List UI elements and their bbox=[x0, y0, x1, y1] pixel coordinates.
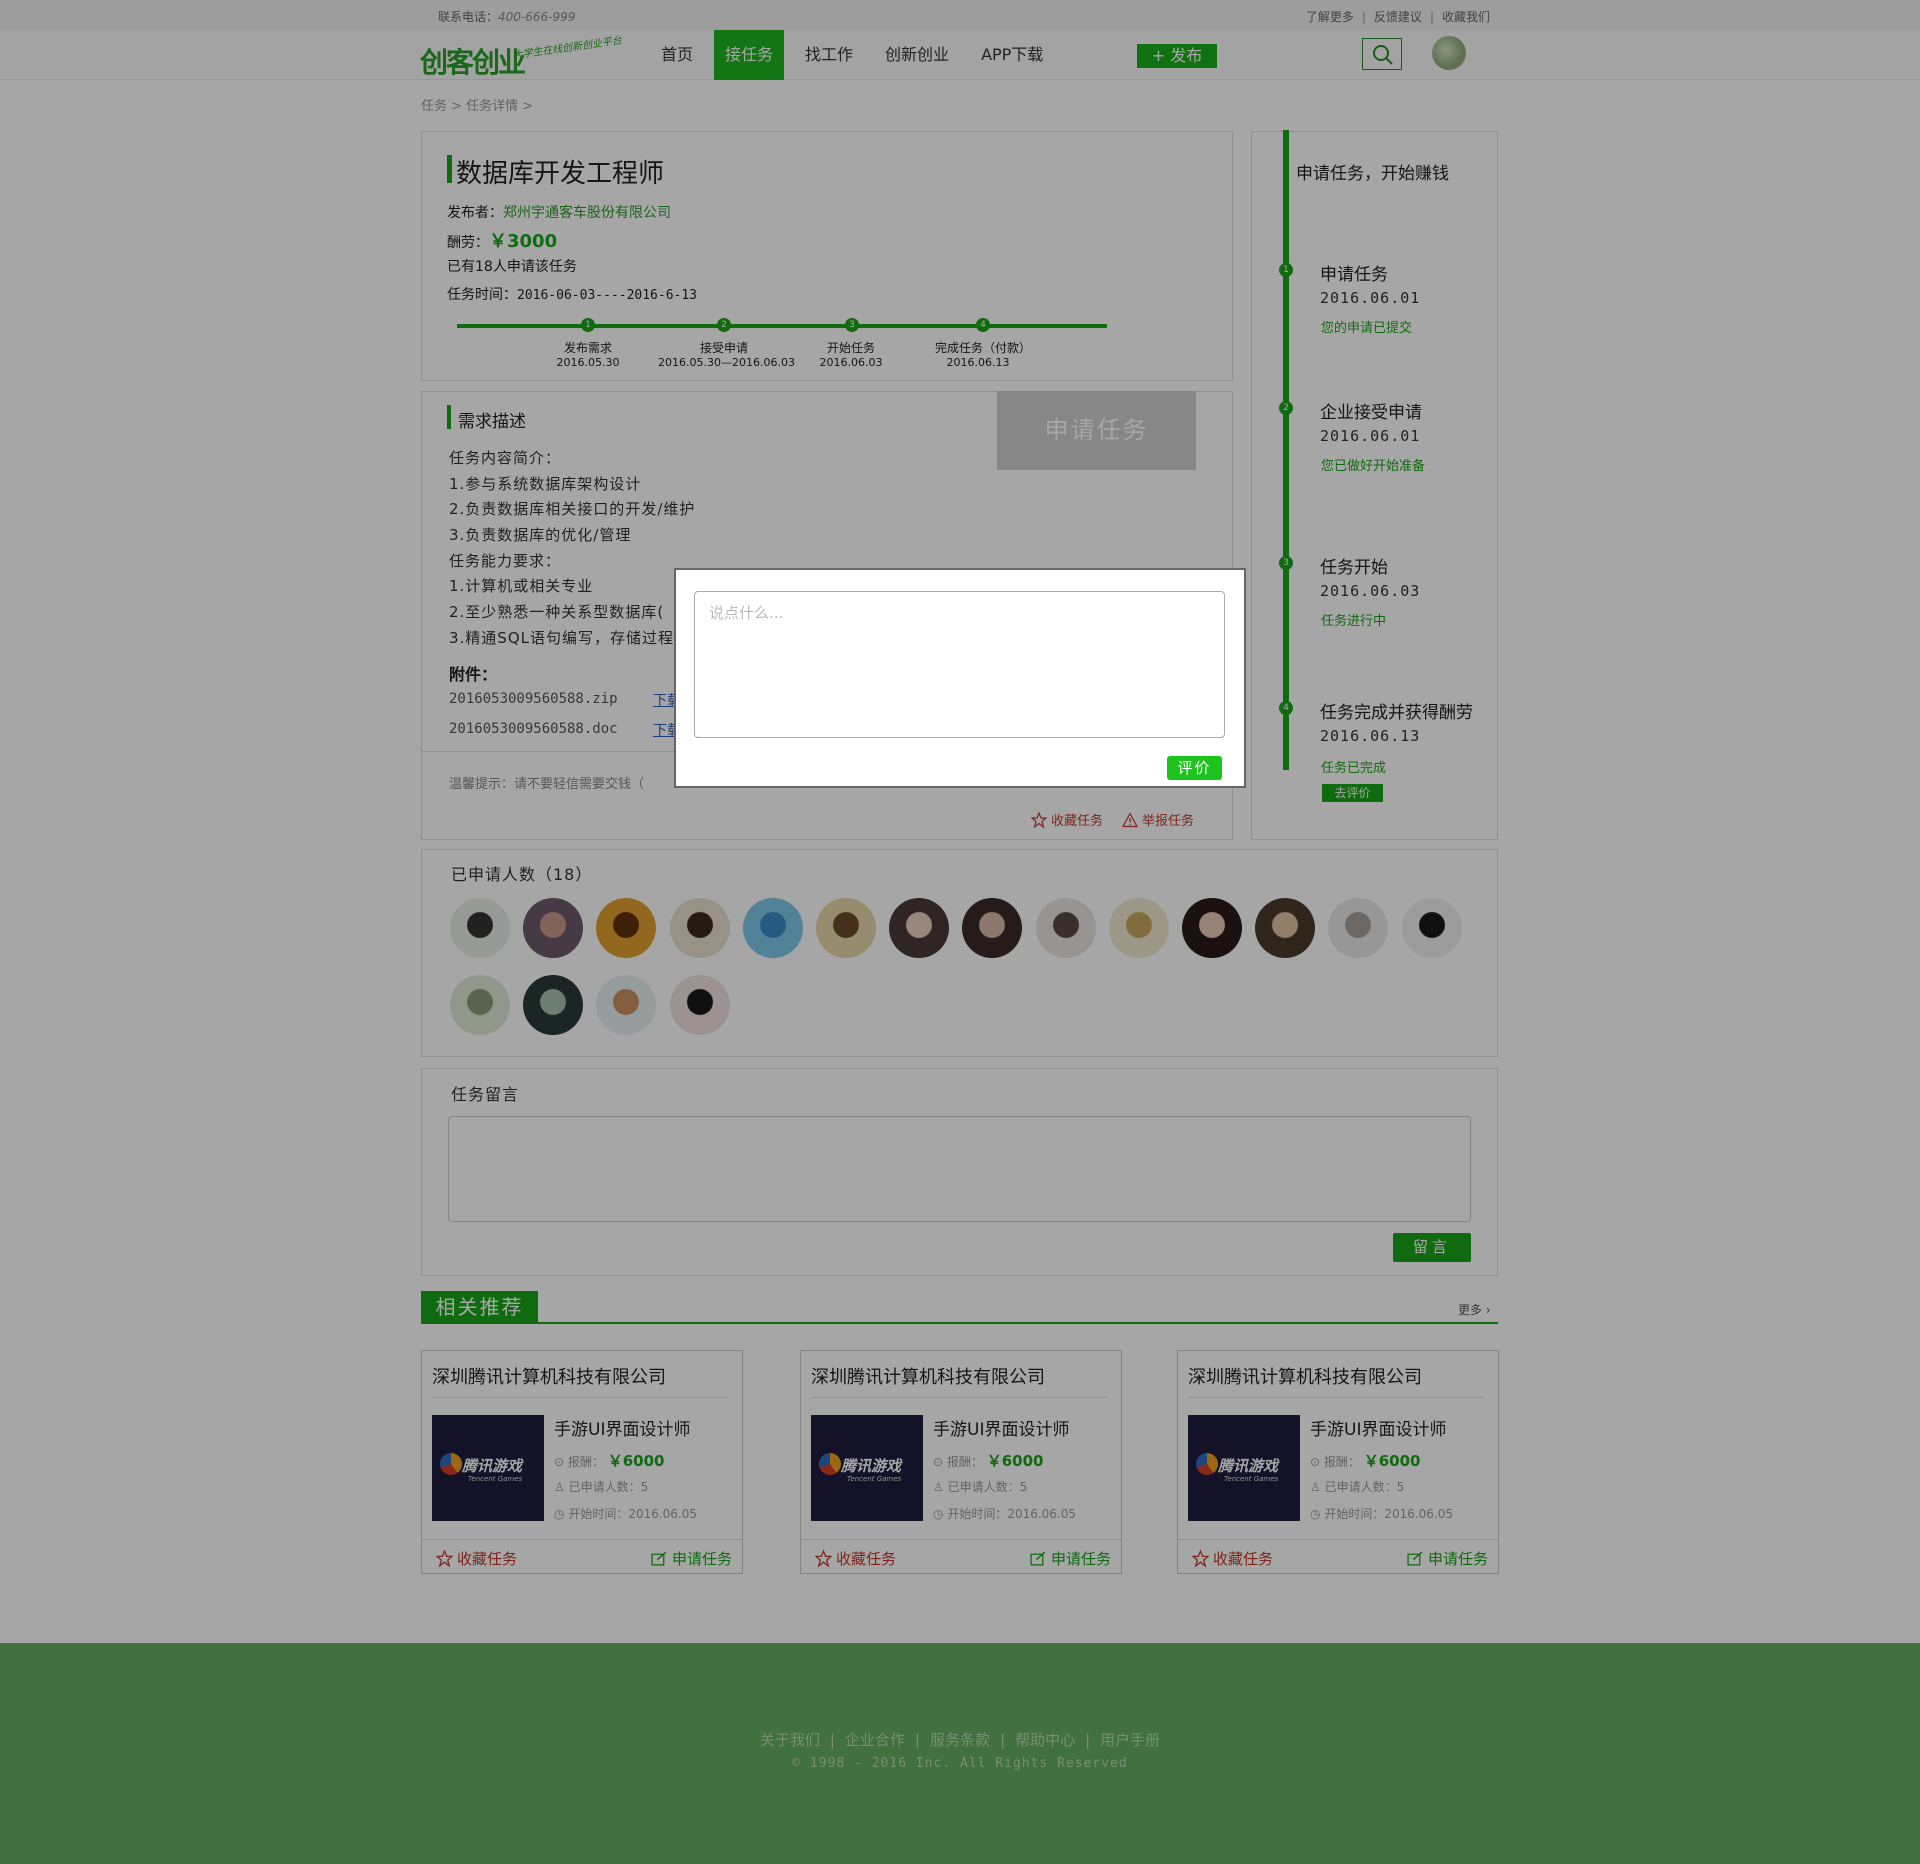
rating-comment-input[interactable] bbox=[694, 591, 1225, 738]
modal-overlay[interactable] bbox=[0, 0, 1920, 1864]
rating-modal: 评价 bbox=[674, 568, 1246, 788]
rating-submit-button[interactable]: 评价 bbox=[1167, 756, 1222, 780]
